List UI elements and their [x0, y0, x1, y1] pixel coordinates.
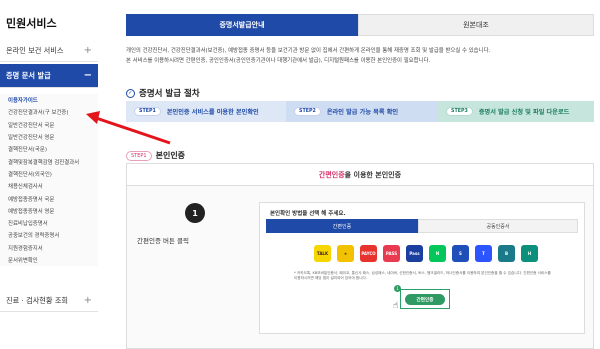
simple-auth-button[interactable]: 간편인증	[405, 294, 445, 305]
step-label: STEP2	[294, 107, 321, 116]
auth-note: * 카카오톡, KB모바일인증서, 페이코, 통신사 패스, 삼성패스, 네이버…	[294, 271, 551, 280]
sidebar-item-online-health[interactable]: 온라인 보건 서비스 +	[0, 40, 98, 62]
kb-logo-icon[interactable]: ★	[337, 245, 354, 262]
sidebar-sub-item[interactable]: 지원경험증지서	[0, 242, 98, 254]
sidebar-sub-item[interactable]: 건강진단결과서(구 보건증)	[0, 106, 98, 118]
sidebar-item-certificates[interactable]: 증명 문서 발급 −	[0, 64, 98, 88]
step-pill: STEP1	[126, 150, 152, 161]
plus-icon: +	[83, 295, 92, 306]
sidebar-sub-item[interactable]: 예방접종증명서 영문	[0, 205, 98, 217]
sidebar-sub-item[interactable]: 결핵진단서(외국인)	[0, 168, 98, 180]
sidebar-sub-list: 이용자가이드 건강진단결과서(구 보건증) 일반건강진단서 국문 일반건강진단서…	[0, 94, 98, 267]
step-text: 본인인증 서비스를 이용한 본인확인	[166, 109, 259, 116]
sidebar-item-label: 온라인 보건 서비스	[6, 45, 64, 55]
sidebar-sub-item[interactable]: 이용자가이드	[0, 94, 98, 106]
auth-panel: 간편인증 을 이용한 본인인증 1 간편인증 버튼 클릭 본인확인 방법을 선택…	[126, 163, 594, 349]
sidebar-sub-item[interactable]: 진료비납입증명서	[0, 217, 98, 229]
panel-title: 간편인증 을 이용한 본인인증	[127, 164, 593, 186]
tab-simple-auth[interactable]: 간편인증	[266, 219, 418, 233]
bank-logo-icon[interactable]: B	[498, 245, 515, 262]
sidebar-title: 민원서비스	[6, 17, 57, 30]
step-2: STEP2 온라인 발급 가능 목록 확인	[286, 101, 438, 122]
sidebar-sub-item[interactable]: 예방접종증명서 국문	[0, 192, 98, 204]
sidebar: 민원서비스 온라인 보건 서비스 + 증명 문서 발급 − 이용자가이드 건강진…	[0, 0, 100, 349]
step-label: STEP1	[134, 107, 161, 116]
sidebar-sub-item[interactable]: 공중보건의 경력증명서	[0, 229, 98, 241]
section-title-text: 증명서 발급 절차	[139, 89, 200, 99]
pass-logo-icon[interactable]: PASS	[383, 245, 400, 262]
naver-logo-icon[interactable]: N	[429, 245, 446, 262]
step-3: STEP3 증명서 발급 신청 및 파일 다운로드	[438, 101, 594, 122]
sidebar-item-exam-status[interactable]: 진료 · 검사현황 조회 +	[0, 290, 98, 312]
step-text: 온라인 발급 가능 목록 확인	[326, 109, 399, 116]
step-1: STEP1 본인인증 서비스를 이용한 본인확인	[126, 101, 286, 122]
minus-icon: −	[83, 70, 92, 81]
description-line-2: 본 서비스를 이용하시려면 간편인증, 공인인증서(공인인증기관이나 대행기관에…	[126, 58, 431, 64]
section-title: ✓ 증명서 발급 절차	[126, 87, 200, 99]
left-instruction: 간편인증 버튼 클릭	[137, 237, 189, 245]
auth-question: 본인확인 방법을 선택 해 주세요.	[270, 211, 346, 217]
steps-bar: STEP1 본인인증 서비스를 이용한 본인확인 STEP2 온라인 발급 가능…	[126, 101, 594, 122]
step-text: 증명서 발급 신청 및 파일 다운로드	[478, 109, 570, 116]
tab-certificate-guide[interactable]: 증명서발급안내	[126, 14, 358, 36]
shinhan-logo-icon[interactable]: S	[452, 245, 469, 262]
auth-dialog: 본인확인 방법을 선택 해 주세요. 간편인증 공동인증서 TALK ★ PAYCO…	[259, 202, 585, 334]
step1-title: 본인인증	[155, 151, 186, 160]
samsung-logo-icon[interactable]: Pass	[406, 245, 423, 262]
pointer-hand-icon: ☝	[393, 301, 399, 311]
kakao-logo-icon[interactable]: TALK	[314, 245, 331, 262]
panel-title-rest: 을 이용한 본인인증	[344, 170, 402, 179]
description-line-1: 개인의 건강진단서, 건강진단결과서(보건증), 예방접종 증명서 등을 보건기…	[126, 48, 491, 54]
auth-provider-logos: TALK ★ PAYCO PASS Pass N S T B H	[314, 245, 538, 262]
sidebar-sub-item[interactable]: 일반건강진단서 국문	[0, 119, 98, 131]
step-number-circle: 1	[185, 203, 205, 223]
sidebar-sub-item[interactable]: 채용신체검사서	[0, 180, 98, 192]
tab-joint-cert[interactable]: 공동인증서	[418, 219, 578, 233]
hana-logo-icon[interactable]: H	[521, 245, 538, 262]
sidebar-sub-item[interactable]: 결핵및잠복결핵감염 검진결과서	[0, 155, 98, 167]
toss-logo-icon[interactable]: T	[475, 245, 492, 262]
panel-title-highlight: 간편인증	[318, 170, 345, 179]
sidebar-item-label: 진료 · 검사현황 조회	[6, 295, 69, 305]
sidebar-sub-item[interactable]: 문서위변확인	[0, 254, 98, 266]
auth-button-highlight: 간편인증	[400, 289, 450, 309]
plus-icon: +	[83, 45, 92, 56]
sidebar-sub-item[interactable]: 결핵진단서(국문)	[0, 143, 98, 155]
sidebar-item-label: 증명 문서 발급	[6, 70, 51, 80]
check-icon: ✓	[126, 88, 135, 98]
tab-original-verify[interactable]: 원본대조	[358, 14, 594, 36]
payco-logo-icon[interactable]: PAYCO	[360, 245, 377, 262]
sidebar-sub-item[interactable]: 일반건강진단서 영문	[0, 131, 98, 143]
step1-heading: STEP1 본인인증	[126, 150, 185, 161]
step-label: STEP3	[446, 107, 473, 116]
